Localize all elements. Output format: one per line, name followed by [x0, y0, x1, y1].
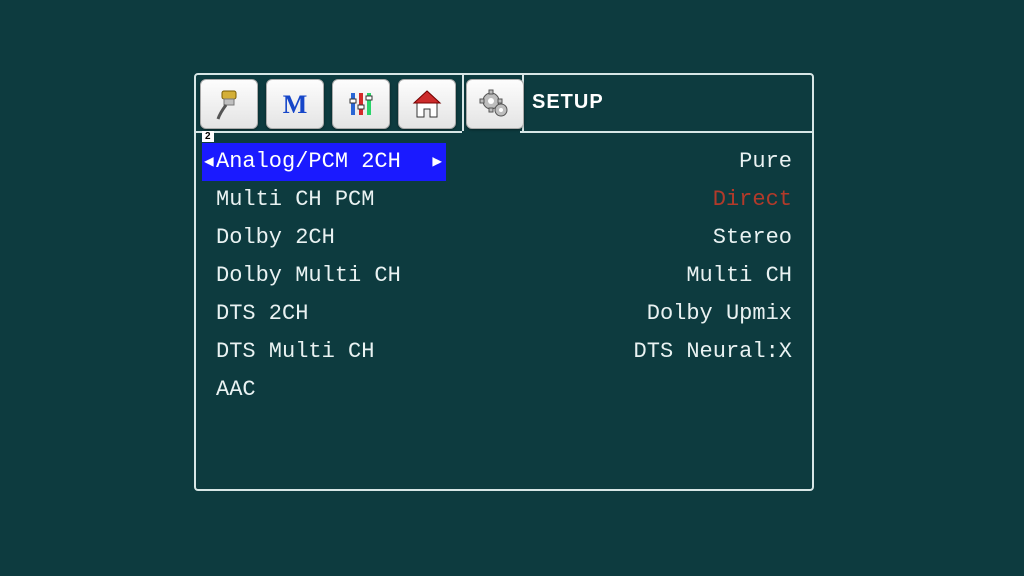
- hdmi-icon: [212, 87, 246, 121]
- sound-mode-list: Pure Direct Stereo Multi CH Dolby Upmix …: [524, 143, 798, 489]
- tab-divider-left: [196, 131, 462, 133]
- arrow-left-icon[interactable]: ◀: [204, 143, 214, 181]
- list-item-selected[interactable]: ◀ Analog/PCM 2CH ▶: [202, 143, 446, 181]
- mode-item[interactable]: Multi CH: [686, 257, 798, 295]
- tab-equalizer[interactable]: [332, 79, 390, 129]
- tab-home[interactable]: [398, 79, 456, 129]
- tab-divider-right: [520, 131, 812, 133]
- home-icon: [410, 87, 444, 121]
- setup-title: SETUP: [532, 91, 604, 114]
- list-item[interactable]: Dolby Multi CH: [202, 257, 524, 295]
- menu-m-icon: M: [278, 87, 312, 121]
- list-item-label: DTS Multi CH: [216, 339, 374, 364]
- tab-menu-m[interactable]: M: [266, 79, 324, 129]
- mode-label: Stereo: [713, 225, 792, 250]
- list-item-label: DTS 2CH: [216, 301, 308, 326]
- list-item-label: Dolby 2CH: [216, 225, 335, 250]
- mode-item[interactable]: Stereo: [713, 219, 798, 257]
- source-format-list: ◀ Analog/PCM 2CH ▶ Multi CH PCM Dolby 2C…: [202, 143, 524, 489]
- arrow-right-icon[interactable]: ▶: [432, 143, 442, 181]
- list-item[interactable]: Dolby 2CH: [202, 219, 524, 257]
- tab-hdmi[interactable]: [200, 79, 258, 129]
- list-item[interactable]: DTS 2CH: [202, 295, 524, 333]
- tab-bar: M: [196, 75, 812, 133]
- mode-item[interactable]: DTS Neural:X: [634, 333, 798, 371]
- mode-label: Direct: [713, 187, 792, 212]
- svg-text:M: M: [283, 90, 308, 119]
- list-item-label: AAC: [216, 377, 256, 402]
- mode-label: Dolby Upmix: [647, 301, 792, 326]
- list-item-label: Analog/PCM 2CH: [216, 149, 401, 174]
- mode-item[interactable]: Pure: [739, 143, 798, 181]
- mode-label: Pure: [739, 149, 792, 174]
- mode-item[interactable]: Dolby Upmix: [647, 295, 798, 333]
- list-item-label: Multi CH PCM: [216, 187, 374, 212]
- menu-body: ◀ Analog/PCM 2CH ▶ Multi CH PCM Dolby 2C…: [196, 143, 812, 489]
- page-badge: 2: [202, 131, 214, 142]
- mode-label: DTS Neural:X: [634, 339, 792, 364]
- setup-panel: M: [194, 73, 814, 491]
- list-item[interactable]: DTS Multi CH: [202, 333, 524, 371]
- list-item[interactable]: AAC: [202, 371, 524, 409]
- gear-icon: [478, 87, 512, 121]
- list-item[interactable]: Multi CH PCM: [202, 181, 524, 219]
- mode-label: Multi CH: [686, 263, 792, 288]
- list-item-label: Dolby Multi CH: [216, 263, 401, 288]
- tab-setup[interactable]: [466, 79, 524, 129]
- mode-item-current[interactable]: Direct: [713, 181, 798, 219]
- equalizer-icon: [344, 87, 378, 121]
